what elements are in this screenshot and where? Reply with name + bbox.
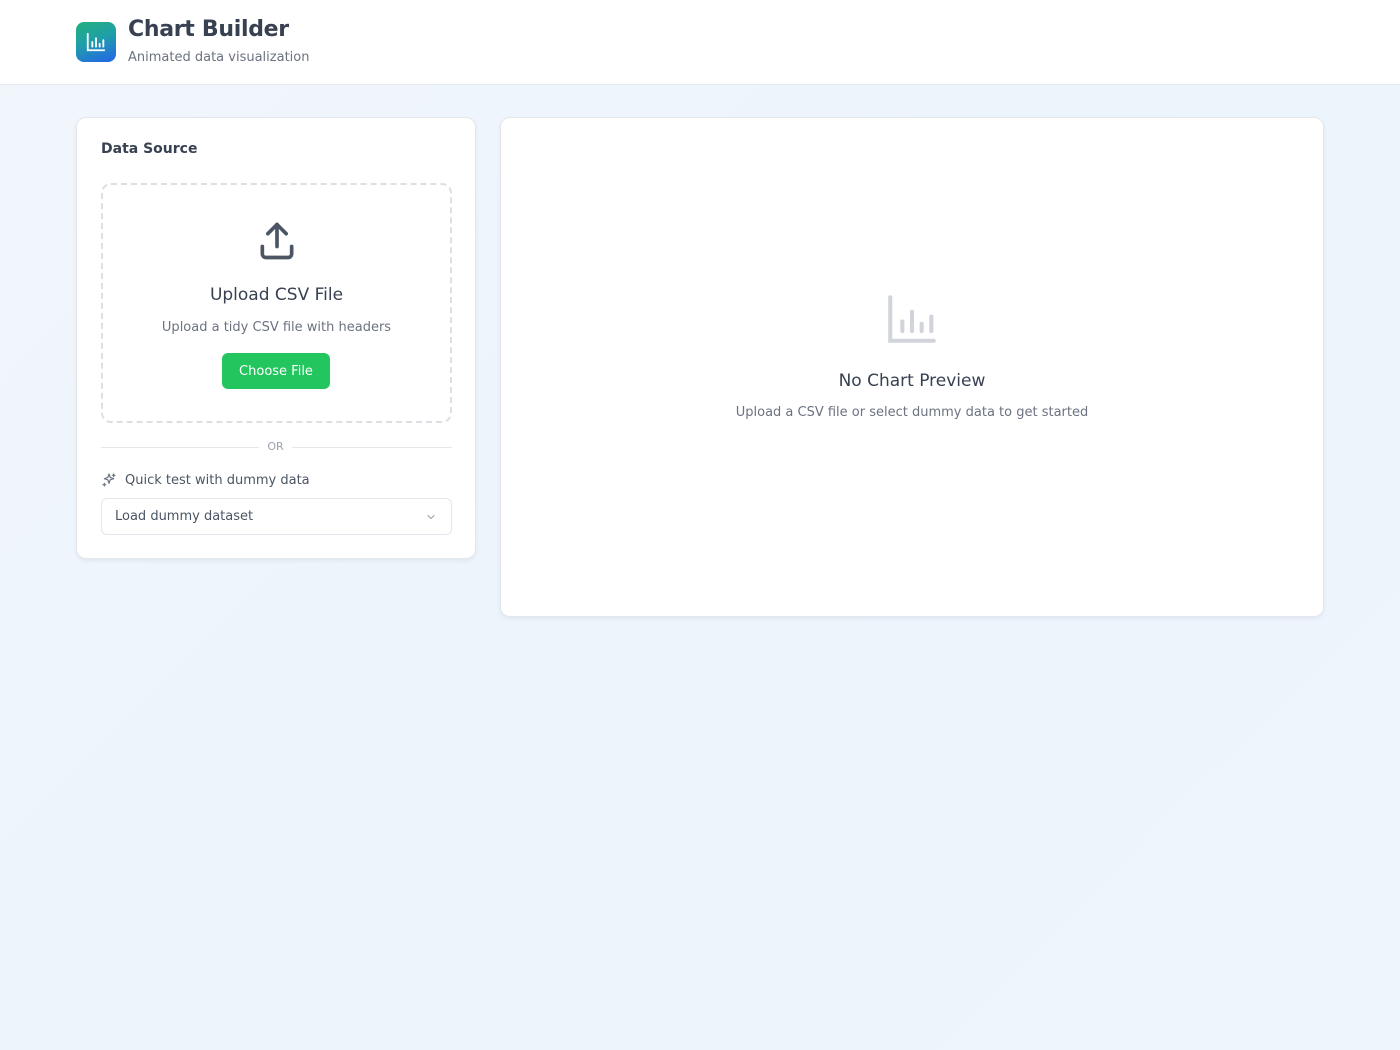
dummy-dataset-selected: Load dummy dataset	[115, 509, 254, 524]
bar-chart-icon	[86, 32, 106, 52]
upload-hint: Upload a tidy CSV file with headers	[161, 320, 392, 335]
sparkles-icon	[102, 473, 116, 487]
quick-test-label: Quick test with dummy data	[125, 473, 310, 488]
or-divider: OR	[101, 439, 452, 455]
empty-preview-hint: Upload a CSV file or select dummy data t…	[735, 405, 1089, 420]
data-source-card: Data Source Upload CSV File Upload a tid…	[76, 117, 476, 559]
chevron-down-icon	[427, 514, 435, 520]
data-source-title: Data Source	[101, 141, 198, 157]
app-logo	[76, 22, 116, 62]
upload-icon	[260, 222, 294, 260]
or-divider-text: OR	[267, 440, 284, 453]
bar-chart-icon	[888, 295, 936, 343]
upload-title: Upload CSV File	[209, 285, 344, 305]
csv-dropzone[interactable]: Upload CSV File Upload a tidy CSV file w…	[101, 183, 452, 423]
divider-line-right	[292, 447, 452, 448]
empty-preview-title: No Chart Preview	[838, 371, 986, 391]
choose-file-button[interactable]: Choose File	[222, 353, 330, 389]
app-title: Chart Builder	[128, 17, 289, 42]
app-header: Chart Builder Animated data visualizatio…	[0, 0, 1400, 85]
divider-line-left	[101, 447, 259, 448]
app-subtitle: Animated data visualization	[128, 50, 310, 65]
dummy-dataset-select[interactable]: Load dummy dataset	[101, 498, 452, 535]
chart-preview-card: No Chart Preview Upload a CSV file or se…	[500, 117, 1324, 617]
